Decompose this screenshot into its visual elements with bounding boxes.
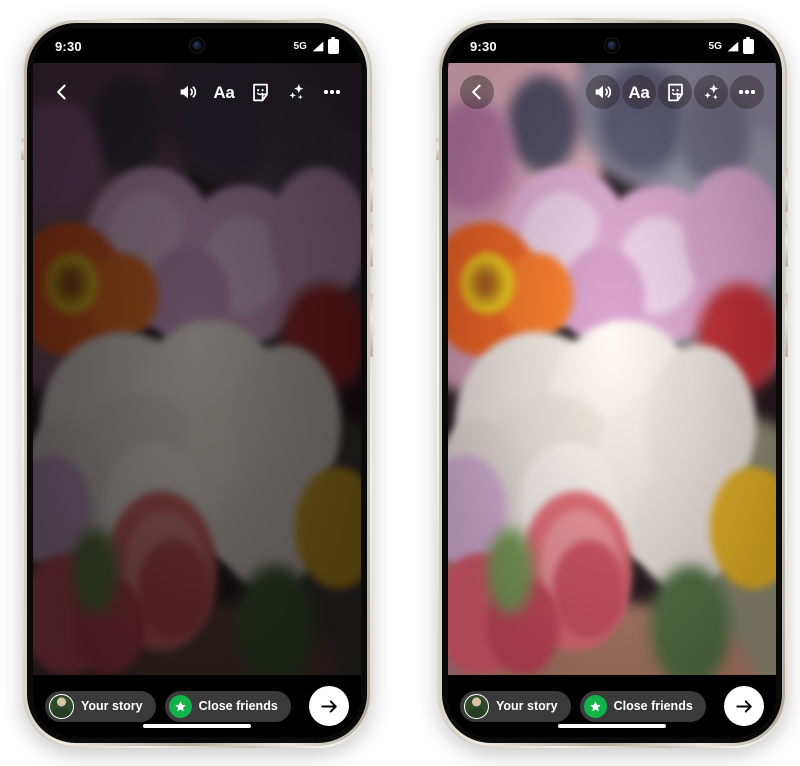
mute-switch[interactable] [21,138,24,160]
phone-screen-left: 9:30 5G Aa Your story Close friends [33,29,361,737]
signal-bars-icon [312,41,324,51]
sticker-button[interactable] [658,75,692,109]
battery-full-icon [743,36,754,54]
power-button[interactable] [370,293,373,357]
volume-on-icon [180,85,197,99]
text-button[interactable]: Aa [622,75,656,109]
star-glyph [174,700,186,711]
front-camera-punch-hole [603,37,621,54]
chevron-left-icon [57,84,66,100]
avatar-icon [49,693,74,719]
network-label: 5G [708,40,722,52]
story-editor-toolbar: Aa [33,69,361,115]
photo-dim-overlay-left [33,63,361,675]
chevron-left-icon [472,84,481,100]
text-aa-icon: Aa [628,82,650,102]
story-editor-toolbar: Aa [448,69,776,115]
your-story-label: Your story [81,699,143,713]
status-indicators: 5G [708,36,754,54]
volume-down-button[interactable] [785,223,788,267]
sticker-smiley-icon [667,83,683,101]
comparison-stage: 9:30 5G Aa Your story Close friends 9:30… [0,0,800,766]
home-indicator[interactable] [558,724,666,728]
close-friends-button[interactable]: Close friends [579,690,706,722]
arrow-right-icon [735,699,752,713]
mute-switch[interactable] [436,138,439,160]
sticker-smiley-icon [252,83,268,101]
battery-full-icon [328,36,339,54]
story-media-preview[interactable] [448,63,776,675]
your-story-button[interactable]: Your story [45,690,156,722]
back-button[interactable] [45,75,79,109]
sparkles-icon [288,83,303,99]
more-dots-icon [324,90,340,94]
sound-button[interactable] [171,75,205,109]
front-camera-punch-hole [188,37,206,54]
your-story-button[interactable]: Your story [460,690,571,722]
status-clock: 9:30 [470,38,497,54]
volume-up-button[interactable] [785,168,788,212]
status-clock: 9:30 [55,38,82,54]
status-indicators: 5G [293,36,339,54]
share-send-button[interactable] [309,686,349,726]
more-dots-icon [739,90,755,94]
story-media-preview[interactable] [33,63,361,675]
volume-up-button[interactable] [370,168,373,212]
star-glyph [589,700,601,711]
close-friends-button[interactable]: Close friends [164,690,291,722]
effects-button[interactable] [694,75,728,109]
phone-screen-right: 9:30 5G Aa Your story Close friends [448,29,776,737]
phone-device-left: 9:30 5G Aa Your story Close friends [21,18,373,748]
home-indicator[interactable] [143,724,251,728]
text-aa-icon: Aa [213,82,235,102]
volume-on-icon [595,85,612,99]
network-label: 5G [293,40,307,52]
sparkles-icon [703,83,718,99]
your-story-label: Your story [496,699,558,713]
close-friends-label: Close friends [198,699,278,713]
effects-button[interactable] [279,75,313,109]
back-button[interactable] [460,75,494,109]
avatar-icon [464,693,489,719]
green-star-icon [583,694,607,718]
more-button[interactable] [315,75,349,109]
more-button[interactable] [730,75,764,109]
signal-bars-icon [727,41,739,51]
sticker-button[interactable] [243,75,277,109]
volume-down-button[interactable] [370,223,373,267]
close-friends-label: Close friends [613,699,693,713]
sound-button[interactable] [586,75,620,109]
arrow-right-icon [320,699,337,713]
phone-device-right: 9:30 5G Aa Your story Close friends [436,18,788,748]
green-star-icon [168,694,192,718]
power-button[interactable] [785,293,788,357]
share-send-button[interactable] [724,686,764,726]
text-button[interactable]: Aa [207,75,241,109]
